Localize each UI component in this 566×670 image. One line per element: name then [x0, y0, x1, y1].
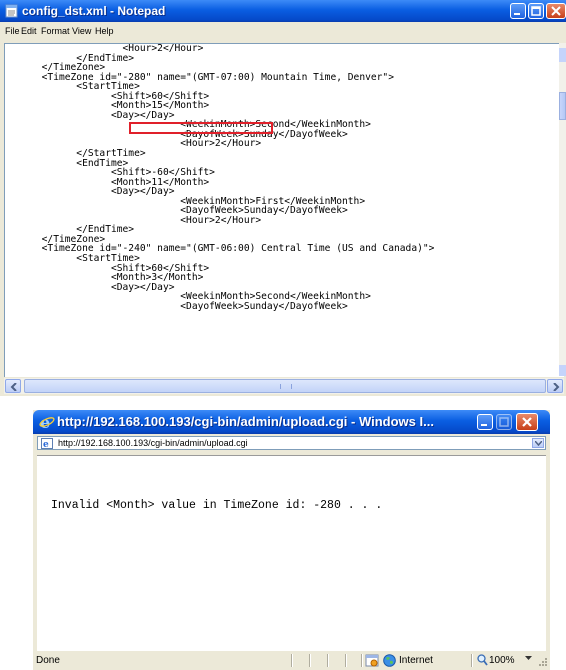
menu-file[interactable]: File [5, 26, 20, 36]
zoom-level[interactable]: 100% [489, 655, 515, 666]
highlight-box [129, 122, 273, 134]
chevron-down-icon[interactable] [525, 656, 532, 661]
page-content: Invalid <Month> value in TimeZone id: -2… [37, 455, 546, 652]
vertical-scroll-thumb[interactable] [559, 92, 566, 120]
status-bar: Done Internet 100% [33, 651, 550, 670]
close-icon [551, 6, 561, 16]
browser-titlebar[interactable]: e http://192.168.100.193/cgi-bin/admin/u… [33, 410, 550, 434]
zoom-icon [477, 654, 488, 666]
ie-page-icon: e [41, 438, 53, 449]
minimize-button[interactable] [477, 414, 493, 430]
minimize-icon [481, 424, 487, 426]
status-divider [345, 654, 346, 667]
security-zone[interactable]: Internet [399, 655, 433, 666]
menu-bar: File Edit Format View Help [0, 22, 566, 40]
chevron-down-icon [535, 441, 542, 446]
status-divider [361, 654, 362, 667]
scroll-right-button[interactable] [547, 379, 563, 393]
ie-logo-icon: e [39, 414, 55, 430]
status-text: Done [36, 655, 60, 666]
text-editor[interactable]: <Hour>2</Hour> </EndTime> </TimeZone> <T… [4, 43, 564, 377]
maximize-button[interactable] [528, 3, 544, 19]
notepad-title: config_dst.xml - Notepad [22, 4, 166, 18]
close-button[interactable] [516, 413, 538, 431]
scroll-up-button[interactable] [559, 48, 566, 62]
protected-mode-icon [365, 654, 379, 667]
xml-text: <Hour>2</Hour> </EndTime> </TimeZone> <T… [7, 44, 435, 312]
arrow-left-icon [10, 383, 17, 391]
scroll-down-button[interactable] [559, 365, 566, 376]
globe-icon [383, 654, 396, 667]
browser-window: e http://192.168.100.193/cgi-bin/admin/u… [33, 410, 550, 670]
arrow-right-icon [553, 383, 560, 391]
status-divider [291, 654, 292, 667]
menu-help[interactable]: Help [95, 26, 114, 36]
grip-icon [280, 384, 292, 389]
menu-format[interactable]: Format [41, 26, 70, 36]
address-dropdown-button[interactable] [532, 438, 544, 448]
resize-grip-icon[interactable] [538, 657, 548, 667]
maximize-button[interactable] [496, 414, 512, 430]
text-line: <DayofWeek>Sunday</DayofWeek> [7, 300, 348, 312]
menu-view[interactable]: View [72, 26, 91, 36]
notepad-titlebar[interactable]: config_dst.xml - Notepad [0, 0, 566, 22]
status-divider [309, 654, 310, 667]
error-message: Invalid <Month> value in TimeZone id: -2… [51, 499, 383, 512]
close-icon [522, 417, 532, 427]
minimize-button[interactable] [510, 3, 526, 19]
address-url: http://192.168.100.193/cgi-bin/admin/upl… [58, 438, 248, 448]
browser-title: http://192.168.100.193/cgi-bin/admin/upl… [57, 414, 434, 429]
address-bar: e http://192.168.100.193/cgi-bin/admin/u… [33, 434, 550, 452]
maximize-icon [531, 6, 541, 16]
menu-edit[interactable]: Edit [21, 26, 37, 36]
status-divider [471, 654, 472, 667]
address-field[interactable]: e http://192.168.100.193/cgi-bin/admin/u… [37, 436, 546, 450]
scroll-left-button[interactable] [5, 379, 21, 393]
svg-text:e: e [43, 440, 49, 449]
horizontal-scrollbar[interactable] [4, 378, 564, 394]
minimize-icon [514, 13, 520, 15]
status-divider [327, 654, 328, 667]
notepad-icon [5, 4, 18, 18]
notepad-window: config_dst.xml - Notepad File Edit Forma… [0, 0, 566, 396]
horizontal-scroll-thumb[interactable] [24, 379, 546, 393]
close-button[interactable] [546, 3, 566, 19]
maximize-icon [499, 417, 509, 427]
